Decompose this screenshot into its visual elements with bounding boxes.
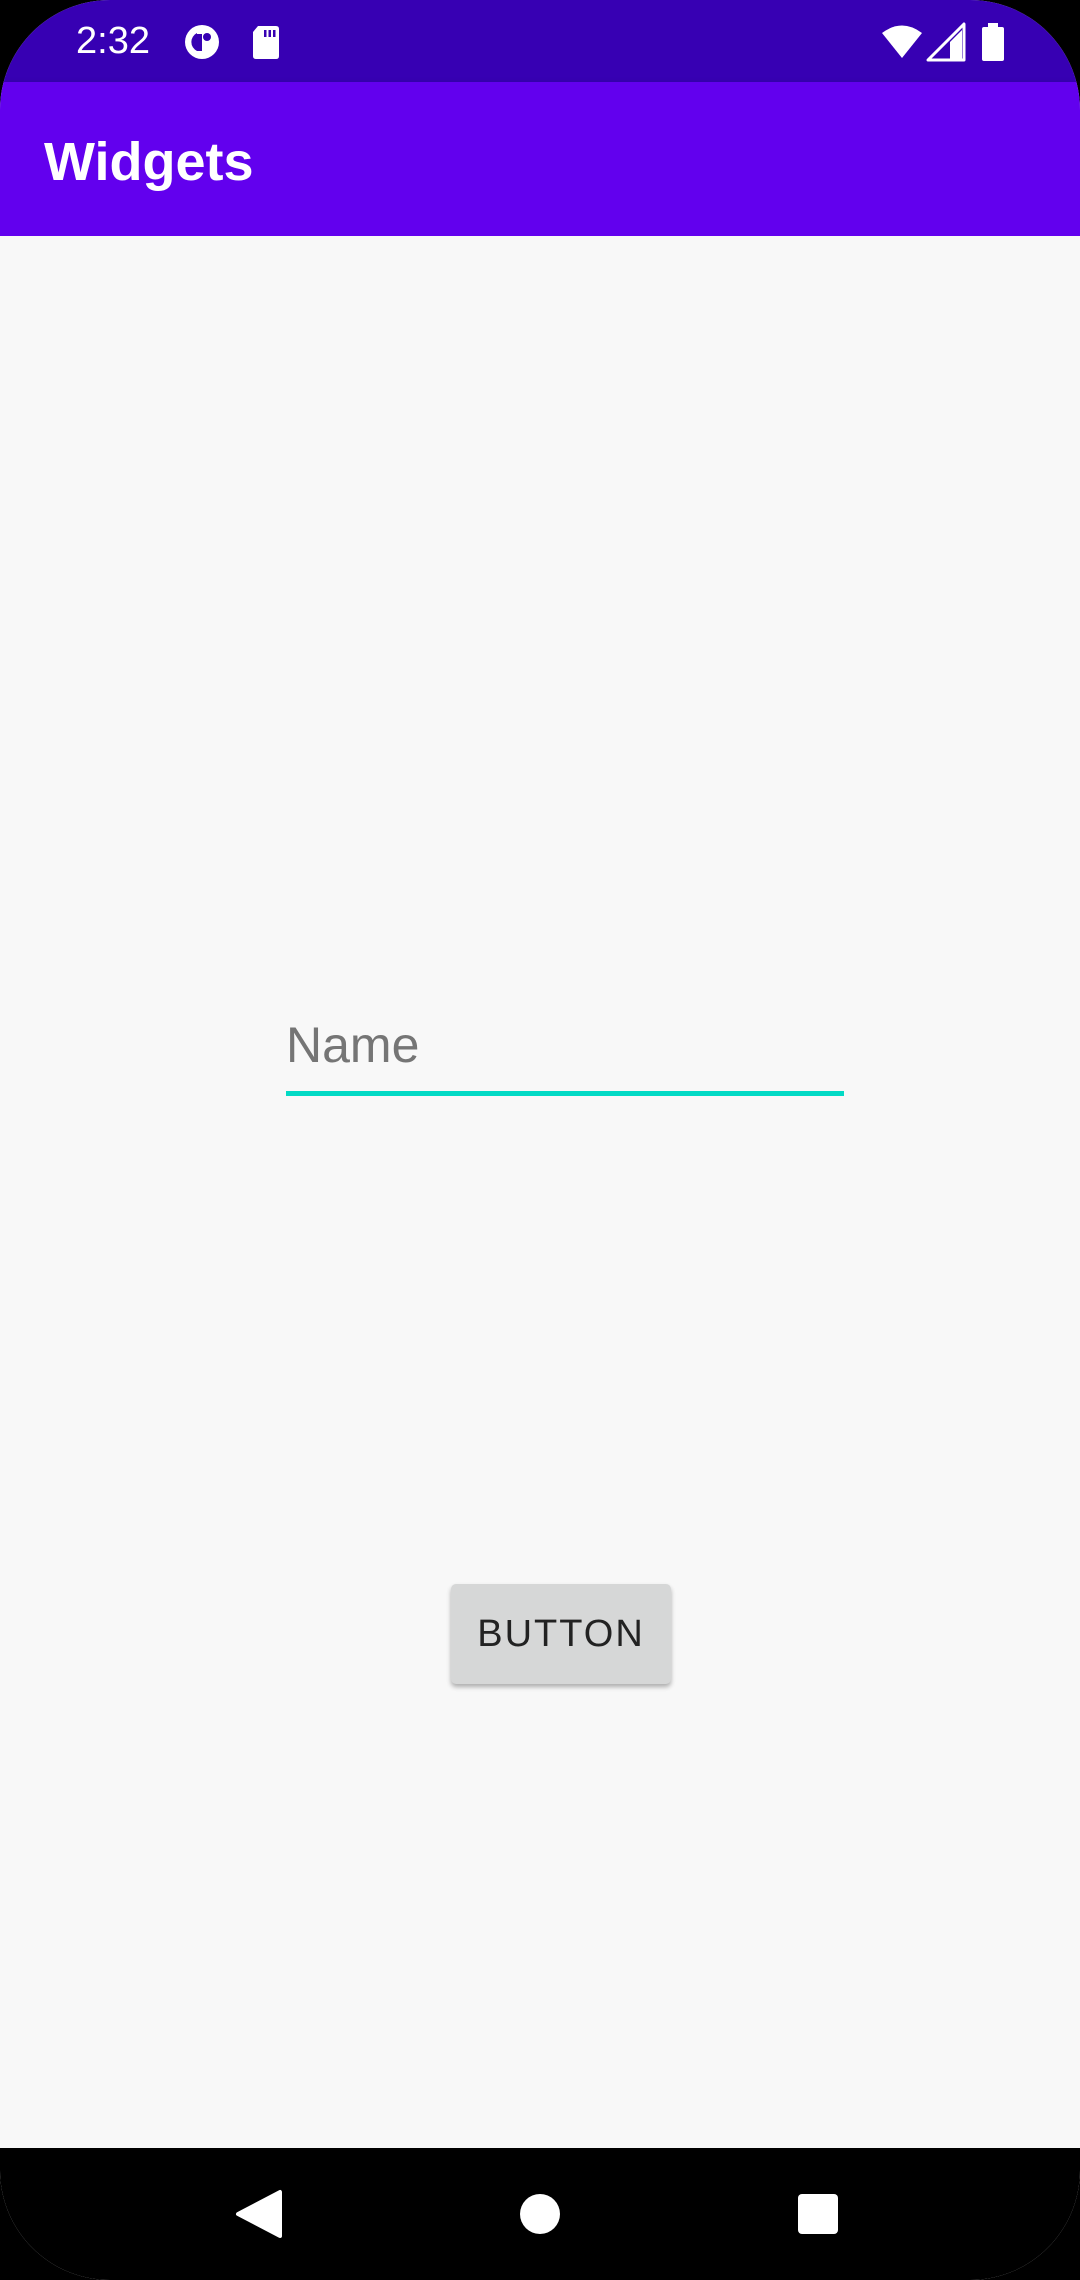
main-button[interactable]: BUTTON — [451, 1584, 671, 1684]
phone-screen: 2:32 Widgets BUTTON — [0, 0, 1080, 2280]
back-icon[interactable] — [222, 2178, 294, 2250]
wifi-icon — [882, 25, 922, 58]
status-bar: 2:32 — [0, 0, 1080, 82]
cell-signal-icon — [926, 22, 966, 62]
app-bar: Widgets — [0, 82, 1080, 236]
sd-card-icon — [253, 26, 279, 59]
status-time: 2:32 — [76, 20, 150, 62]
name-input[interactable] — [286, 1004, 844, 1096]
navigation-bar — [0, 2148, 1080, 2280]
battery-icon — [982, 23, 1004, 61]
home-icon[interactable] — [504, 2178, 576, 2250]
main-content: BUTTON — [0, 236, 1080, 2148]
recents-icon[interactable] — [782, 2178, 854, 2250]
app-title: Widgets — [44, 132, 254, 192]
data-saver-icon — [185, 25, 219, 59]
